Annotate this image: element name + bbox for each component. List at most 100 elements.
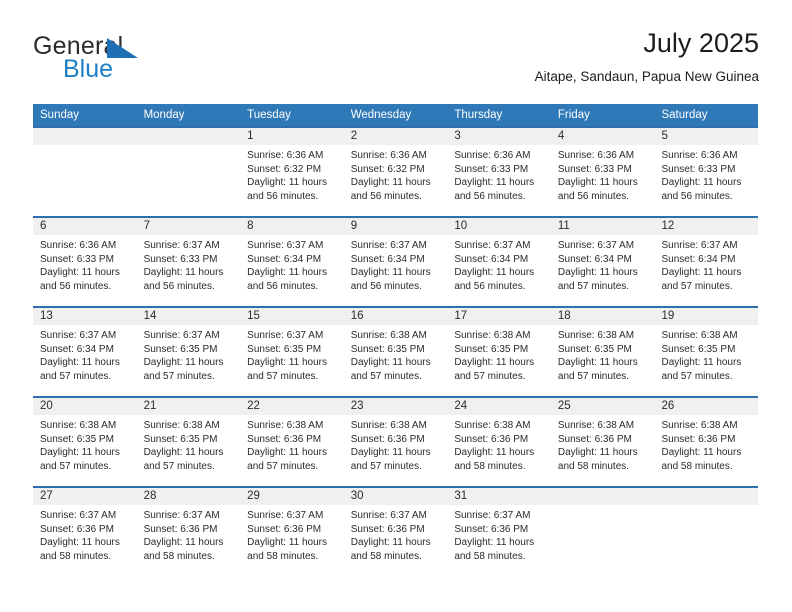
day-cell[interactable]: 14 Sunrise: 6:37 AM Sunset: 6:35 PM Dayl… xyxy=(137,308,241,396)
sunrise-text: Sunrise: 6:38 AM xyxy=(40,420,117,431)
day-cell[interactable]: 20 Sunrise: 6:38 AM Sunset: 6:35 PM Dayl… xyxy=(33,398,137,486)
day-cell[interactable]: 23 Sunrise: 6:38 AM Sunset: 6:36 PM Dayl… xyxy=(344,398,448,486)
day-cell[interactable]: 26 Sunrise: 6:38 AM Sunset: 6:36 PM Dayl… xyxy=(654,398,758,486)
logo-text-blue: Blue xyxy=(63,55,114,83)
day-cell[interactable]: 21 Sunrise: 6:38 AM Sunset: 6:35 PM Dayl… xyxy=(137,398,241,486)
day-details: Sunrise: 6:38 AM Sunset: 6:36 PM Dayligh… xyxy=(247,419,338,473)
sunrise-text: Sunrise: 6:38 AM xyxy=(350,330,427,341)
sunset-text: Sunset: 6:35 PM xyxy=(350,343,425,355)
sunrise-text: Sunrise: 6:38 AM xyxy=(661,330,738,341)
day-details: Sunrise: 6:37 AM Sunset: 6:36 PM Dayligh… xyxy=(454,509,545,563)
daylight-text-line2: and 57 minutes. xyxy=(661,280,733,292)
daylight-text-line1: Daylight: 11 hours xyxy=(143,537,224,549)
day-cell[interactable]: 7 Sunrise: 6:37 AM Sunset: 6:33 PM Dayli… xyxy=(137,218,241,306)
sunrise-text: Sunrise: 6:37 AM xyxy=(143,240,220,251)
daylight-text-line1: Daylight: 11 hours xyxy=(557,447,638,459)
day-cell[interactable]: 1 Sunrise: 6:36 AM Sunset: 6:32 PM Dayli… xyxy=(240,128,344,216)
sunrise-text: Sunrise: 6:37 AM xyxy=(247,510,324,521)
sunrise-text: Sunrise: 6:38 AM xyxy=(454,330,531,341)
day-cell[interactable]: 2 Sunrise: 6:36 AM Sunset: 6:32 PM Dayli… xyxy=(344,128,448,216)
calendar-grid: Sunday Monday Tuesday Wednesday Thursday… xyxy=(33,104,758,576)
sunset-text: Sunset: 6:33 PM xyxy=(661,163,736,175)
day-cell[interactable]: 3 Sunrise: 6:36 AM Sunset: 6:33 PM Dayli… xyxy=(447,128,551,216)
day-cell[interactable]: 29 Sunrise: 6:37 AM Sunset: 6:36 PM Dayl… xyxy=(240,488,344,576)
daylight-text-line2: and 57 minutes. xyxy=(350,460,422,472)
sunrise-text: Sunrise: 6:38 AM xyxy=(557,420,635,431)
day-details: Sunrise: 6:37 AM Sunset: 6:35 PM Dayligh… xyxy=(144,329,235,383)
sunset-text: Sunset: 6:36 PM xyxy=(350,523,425,535)
day-number: 27 xyxy=(40,490,53,502)
page-subtitle: Aitape, Sandaun, Papua New Guinea xyxy=(534,69,759,84)
day-cell[interactable] xyxy=(551,488,655,576)
day-number xyxy=(661,488,752,505)
day-number: 19 xyxy=(661,310,675,322)
day-cell[interactable] xyxy=(137,128,241,216)
day-number: 25 xyxy=(557,400,571,412)
week-row: 13 Sunrise: 6:37 AM Sunset: 6:34 PM Dayl… xyxy=(33,306,758,396)
sunset-text: Sunset: 6:36 PM xyxy=(557,433,632,445)
day-number: 7 xyxy=(143,220,150,232)
sunrise-text: Sunrise: 6:38 AM xyxy=(247,420,324,431)
day-cell[interactable]: 12 Sunrise: 6:37 AM Sunset: 6:34 PM Dayl… xyxy=(654,218,758,306)
daylight-text-line2: and 58 minutes. xyxy=(143,550,215,562)
day-cell[interactable]: 8 Sunrise: 6:37 AM Sunset: 6:34 PM Dayli… xyxy=(240,218,344,306)
day-cell[interactable]: 5 Sunrise: 6:36 AM Sunset: 6:33 PM Dayli… xyxy=(654,128,758,216)
day-cell[interactable]: 28 Sunrise: 6:37 AM Sunset: 6:36 PM Dayl… xyxy=(137,488,241,576)
day-details: Sunrise: 6:38 AM Sunset: 6:35 PM Dayligh… xyxy=(661,329,752,383)
day-number: 3 xyxy=(454,130,461,142)
day-number: 13 xyxy=(40,310,53,322)
day-cell[interactable] xyxy=(654,488,758,576)
day-cell[interactable]: 30 Sunrise: 6:37 AM Sunset: 6:36 PM Dayl… xyxy=(344,488,448,576)
calendar-page: General Blue July 2025 Aitape, Sandaun, … xyxy=(0,0,792,612)
daylight-text-line1: Daylight: 11 hours xyxy=(247,267,328,279)
day-cell[interactable]: 13 Sunrise: 6:37 AM Sunset: 6:34 PM Dayl… xyxy=(33,308,137,396)
day-cell[interactable]: 22 Sunrise: 6:38 AM Sunset: 6:36 PM Dayl… xyxy=(240,398,344,486)
day-cell[interactable]: 16 Sunrise: 6:38 AM Sunset: 6:35 PM Dayl… xyxy=(344,308,448,396)
sunset-text: Sunset: 6:34 PM xyxy=(454,253,529,265)
day-cell[interactable]: 17 Sunrise: 6:38 AM Sunset: 6:35 PM Dayl… xyxy=(447,308,551,396)
day-cell[interactable] xyxy=(33,128,137,216)
weekday-header-wednesday: Wednesday xyxy=(350,109,412,121)
page-header: General Blue July 2025 Aitape, Sandaun, … xyxy=(33,26,759,96)
day-cell[interactable]: 15 Sunrise: 6:37 AM Sunset: 6:35 PM Dayl… xyxy=(240,308,344,396)
day-cell[interactable]: 10 Sunrise: 6:37 AM Sunset: 6:34 PM Dayl… xyxy=(447,218,551,306)
daylight-text-line1: Daylight: 11 hours xyxy=(40,267,120,279)
day-cell[interactable]: 19 Sunrise: 6:38 AM Sunset: 6:35 PM Dayl… xyxy=(654,308,758,396)
day-number: 16 xyxy=(350,310,364,322)
day-cell[interactable]: 6 Sunrise: 6:36 AM Sunset: 6:33 PM Dayli… xyxy=(33,218,137,306)
daylight-text-line1: Daylight: 11 hours xyxy=(557,177,638,189)
day-cell[interactable]: 18 Sunrise: 6:38 AM Sunset: 6:35 PM Dayl… xyxy=(551,308,655,396)
sunset-text: Sunset: 6:35 PM xyxy=(454,343,529,355)
day-cell[interactable]: 31 Sunrise: 6:37 AM Sunset: 6:36 PM Dayl… xyxy=(447,488,551,576)
day-cell[interactable]: 11 Sunrise: 6:37 AM Sunset: 6:34 PM Dayl… xyxy=(551,218,655,306)
day-cell[interactable]: 9 Sunrise: 6:37 AM Sunset: 6:34 PM Dayli… xyxy=(344,218,448,306)
day-number: 20 xyxy=(40,400,53,412)
daylight-text-line1: Daylight: 11 hours xyxy=(350,267,431,279)
daylight-text-line2: and 56 minutes. xyxy=(661,190,733,202)
day-cell[interactable]: 25 Sunrise: 6:38 AM Sunset: 6:36 PM Dayl… xyxy=(551,398,655,486)
sunset-text: Sunset: 6:36 PM xyxy=(247,433,322,445)
weekday-header-monday: Monday xyxy=(143,109,185,121)
day-number: 4 xyxy=(557,130,565,142)
daylight-text-line1: Daylight: 11 hours xyxy=(247,357,328,369)
day-cell[interactable]: 24 Sunrise: 6:38 AM Sunset: 6:36 PM Dayl… xyxy=(447,398,551,486)
general-blue-logo[interactable]: General Blue xyxy=(33,32,263,88)
day-number: 18 xyxy=(557,310,571,322)
daylight-text-line1: Daylight: 11 hours xyxy=(661,267,742,279)
sunset-text: Sunset: 6:34 PM xyxy=(350,253,425,265)
daylight-text-line2: and 58 minutes. xyxy=(661,460,733,472)
day-cell[interactable]: 27 Sunrise: 6:37 AM Sunset: 6:36 PM Dayl… xyxy=(33,488,137,576)
day-details: Sunrise: 6:36 AM Sunset: 6:33 PM Dayligh… xyxy=(40,239,131,293)
day-details: Sunrise: 6:38 AM Sunset: 6:36 PM Dayligh… xyxy=(558,419,649,473)
daylight-text-line2: and 57 minutes. xyxy=(661,370,733,382)
day-cell[interactable]: 4 Sunrise: 6:36 AM Sunset: 6:33 PM Dayli… xyxy=(551,128,655,216)
daylight-text-line1: Daylight: 11 hours xyxy=(143,447,224,459)
day-number xyxy=(144,128,235,145)
daylight-text-line1: Daylight: 11 hours xyxy=(661,447,742,459)
daylight-text-line2: and 56 minutes. xyxy=(247,280,319,292)
daylight-text-line1: Daylight: 11 hours xyxy=(350,357,431,369)
sunrise-text: Sunrise: 6:36 AM xyxy=(557,150,635,161)
daylight-text-line2: and 57 minutes. xyxy=(454,370,526,382)
day-number: 26 xyxy=(661,400,675,412)
sunset-text: Sunset: 6:33 PM xyxy=(557,163,632,175)
